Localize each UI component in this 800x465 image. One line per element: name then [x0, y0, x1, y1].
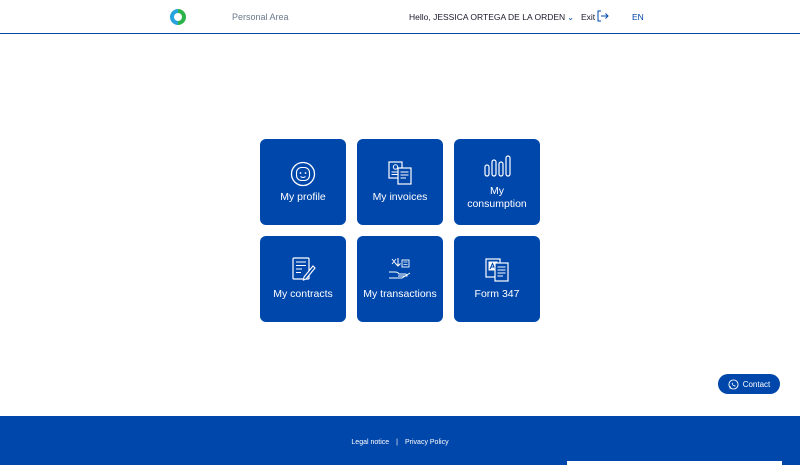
- exit-link[interactable]: Exit: [581, 12, 595, 22]
- tile-label: My contracts: [273, 288, 333, 300]
- whatsapp-icon: [728, 378, 739, 390]
- privacy-policy-link[interactable]: Privacy Policy: [405, 439, 449, 446]
- tile-label-line1: My: [490, 185, 504, 197]
- tile-my-consumption[interactable]: My consumption: [454, 139, 540, 225]
- greeting-text: Hello, JESSICA ORTEGA DE LA ORDEN: [409, 12, 566, 22]
- transactions-icon: [389, 258, 411, 279]
- personal-area-title: Personal Area: [232, 12, 289, 22]
- tile-label: Form 347: [474, 288, 520, 300]
- exit-icon[interactable]: [597, 10, 609, 22]
- face-icon: [290, 161, 316, 187]
- contact-label: Contact: [742, 379, 771, 389]
- footer-white-bar: [567, 461, 782, 465]
- tile-label: My profile: [280, 191, 326, 203]
- tile-my-contracts[interactable]: My contracts: [260, 236, 346, 322]
- footer-divider: |: [396, 439, 398, 446]
- tile-label: My invoices: [372, 191, 428, 203]
- user-menu[interactable]: Hello, JESSICA ORTEGA DE LA ORDEN ⌄: [409, 12, 574, 22]
- tile-my-transactions[interactable]: My transactions: [357, 236, 443, 322]
- footer: Legal notice | Privacy Policy: [0, 416, 800, 465]
- footer-links: Legal notice | Privacy Policy: [0, 439, 800, 446]
- tile-label: My transactions: [363, 288, 437, 300]
- tile-my-profile[interactable]: My profile: [260, 139, 346, 225]
- invoice-icon: [388, 161, 412, 185]
- tile-label-line2: consumption: [467, 198, 527, 210]
- contract-icon: [292, 257, 316, 281]
- form-icon: [485, 258, 509, 282]
- contact-button[interactable]: Contact: [718, 374, 780, 394]
- tile-my-invoices[interactable]: My invoices: [357, 139, 443, 225]
- legal-notice-link[interactable]: Legal notice: [351, 439, 389, 446]
- language-selector[interactable]: EN: [632, 12, 644, 22]
- brand-logo[interactable]: [170, 9, 186, 25]
- top-header: Personal Area Hello, JESSICA ORTEGA DE L…: [0, 0, 800, 34]
- tile-form-347[interactable]: Form 347: [454, 236, 540, 322]
- chevron-down-icon: ⌄: [567, 13, 574, 22]
- bar-chart-icon: [484, 155, 511, 177]
